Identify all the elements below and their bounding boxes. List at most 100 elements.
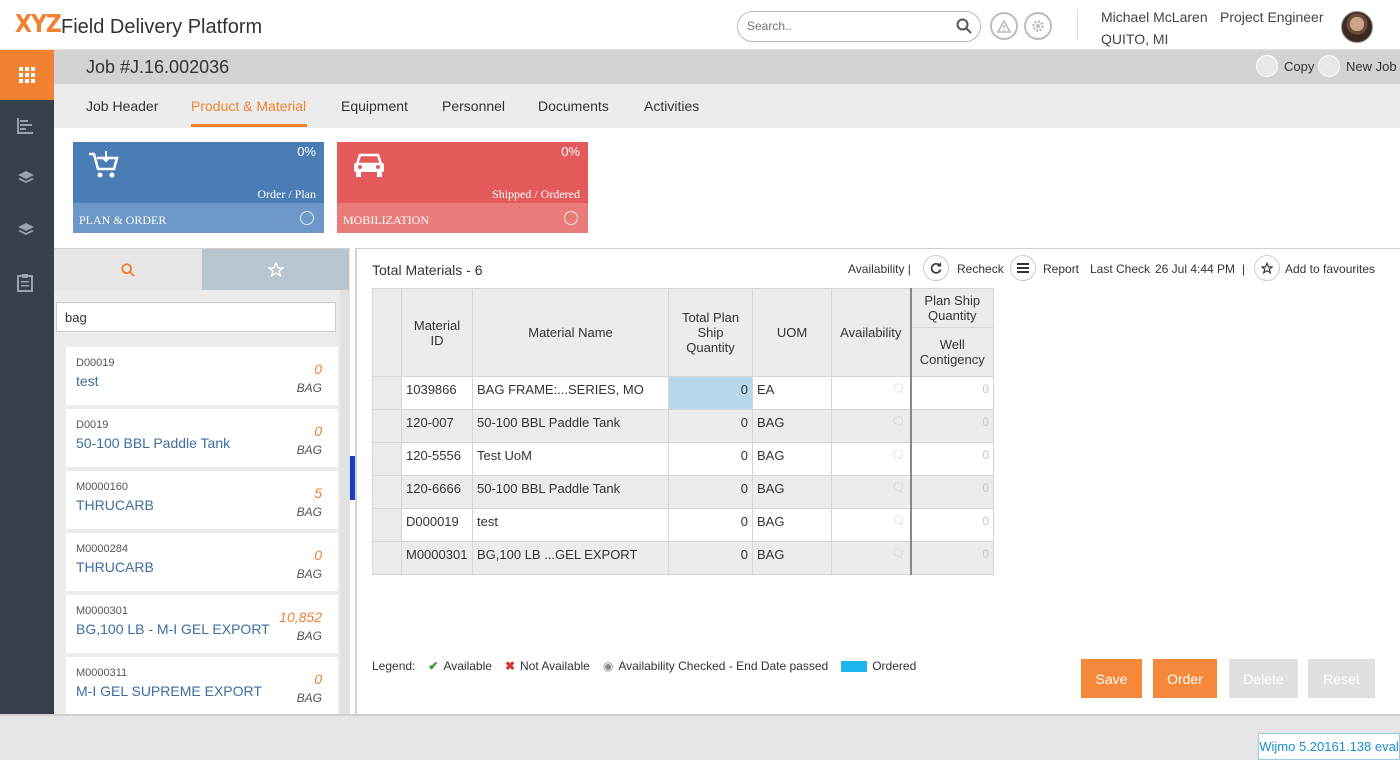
cell-well-contigency[interactable]: 0: [909, 376, 994, 410]
bar-chart-icon[interactable]: [17, 118, 37, 138]
cell-uom[interactable]: BAG: [752, 409, 832, 443]
comment-icon[interactable]: 🗨: [831, 475, 911, 509]
cell-well-contigency[interactable]: 0: [909, 475, 994, 509]
list-item[interactable]: D0019 50-100 BBL Paddle Tank 0 BAG: [66, 409, 338, 467]
table-row[interactable]: 120-6666 50-100 BBL Paddle Tank 0 BAG 🗨 …: [372, 475, 994, 509]
layers-icon[interactable]: [17, 170, 37, 190]
alert-icon[interactable]: [990, 12, 1018, 40]
tab-product-material[interactable]: Product & Material: [191, 98, 306, 114]
cell-well-contigency[interactable]: 0: [909, 541, 994, 575]
row-header[interactable]: [372, 508, 402, 542]
cell-well-contigency[interactable]: 0: [909, 508, 994, 542]
item-code: M0000301: [76, 605, 128, 617]
mobilization-tile[interactable]: 0% Shipped / Ordered MOBILIZATION: [337, 142, 588, 233]
gear-icon[interactable]: [1024, 12, 1052, 40]
tab-documents[interactable]: Documents: [538, 98, 609, 114]
material-search-input[interactable]: [65, 310, 315, 325]
reset-button[interactable]: Reset: [1308, 659, 1375, 698]
comment-icon[interactable]: 🗨: [831, 376, 911, 410]
search-icon[interactable]: [956, 18, 972, 37]
search-tab[interactable]: [54, 249, 202, 290]
tab-personnel[interactable]: Personnel: [442, 98, 505, 114]
list-item[interactable]: M0000311 M-I GEL SUPREME EXPORT 0 BAG: [66, 657, 338, 715]
delete-button[interactable]: Delete: [1229, 659, 1298, 698]
list-item[interactable]: M0000284 THRUCARB 0 BAG: [66, 533, 338, 591]
cell-total-plan[interactable]: 0: [668, 442, 753, 476]
table-row[interactable]: 1039866 BAG FRAME:...SERIES, MO 0 EA 🗨 0: [372, 376, 994, 410]
col-total-plan[interactable]: Total Plan Ship Quantity: [668, 288, 753, 377]
table-row[interactable]: M0000301 BG,100 LB ...GEL EXPORT 0 BAG 🗨…: [372, 541, 994, 575]
apps-grid-icon[interactable]: [0, 50, 54, 100]
cell-total-plan[interactable]: 0: [668, 475, 753, 509]
list-item[interactable]: M0000301 BG,100 LB - M-I GEL EXPORT 10,8…: [66, 595, 338, 653]
col-availability[interactable]: Availability: [831, 288, 911, 377]
col-uom[interactable]: UOM: [752, 288, 832, 377]
cell-material-id[interactable]: 120-6666: [401, 475, 473, 509]
favourites-tab[interactable]: [202, 249, 349, 290]
col-material-name[interactable]: Material Name: [472, 288, 669, 377]
material-search-field[interactable]: [56, 302, 336, 332]
cell-uom[interactable]: BAG: [752, 442, 832, 476]
cell-material-name[interactable]: test: [472, 508, 669, 542]
row-header[interactable]: [372, 475, 402, 509]
cell-material-name[interactable]: BG,100 LB ...GEL EXPORT: [472, 541, 669, 575]
comment-icon[interactable]: 🗨: [831, 541, 911, 575]
cell-uom[interactable]: EA: [752, 376, 832, 410]
tab-job-header[interactable]: Job Header: [86, 98, 158, 114]
star-icon[interactable]: [1254, 255, 1280, 281]
recheck-button[interactable]: Recheck: [957, 262, 1004, 276]
tab-equipment[interactable]: Equipment: [341, 98, 408, 114]
report-button[interactable]: Report: [1043, 262, 1079, 276]
cell-material-name[interactable]: 50-100 BBL Paddle Tank: [472, 475, 669, 509]
list-icon[interactable]: [1010, 255, 1036, 281]
row-header[interactable]: [372, 442, 402, 476]
stack-icon[interactable]: [17, 222, 37, 242]
refresh-icon[interactable]: [923, 255, 949, 281]
cell-material-id[interactable]: M0000301: [401, 541, 473, 575]
cell-material-name[interactable]: BAG FRAME:...SERIES, MO: [472, 376, 669, 410]
avatar[interactable]: [1341, 11, 1373, 43]
cell-total-plan[interactable]: 0: [668, 409, 753, 443]
search-input[interactable]: [747, 19, 947, 33]
col-material-id[interactable]: Material ID: [401, 288, 473, 377]
cell-uom[interactable]: BAG: [752, 475, 832, 509]
row-header[interactable]: [372, 409, 402, 443]
cell-material-name[interactable]: 50-100 BBL Paddle Tank: [472, 409, 669, 443]
list-item[interactable]: D00019 test 0 BAG: [66, 347, 338, 405]
copy-button[interactable]: Copy: [1256, 55, 1314, 77]
cell-well-contigency[interactable]: 0: [909, 409, 994, 443]
comment-icon[interactable]: 🗨: [831, 508, 911, 542]
list-scrollbar[interactable]: [340, 290, 350, 715]
cell-total-plan[interactable]: 0: [668, 376, 753, 410]
cell-material-id[interactable]: 120-007: [401, 409, 473, 443]
table-row[interactable]: 120-5556 Test UoM 0 BAG 🗨 0: [372, 442, 994, 476]
cell-well-contigency[interactable]: 0: [909, 442, 994, 476]
cell-material-id[interactable]: 1039866: [401, 376, 473, 410]
panel-divider[interactable]: [355, 248, 357, 714]
arrow-right-icon[interactable]: [564, 211, 578, 225]
clipboard-icon[interactable]: [17, 274, 37, 294]
cell-total-plan[interactable]: 0: [668, 508, 753, 542]
new-job-button[interactable]: New Job: [1318, 55, 1397, 77]
list-item[interactable]: M0000160 THRUCARB 5 BAG: [66, 471, 338, 529]
cell-uom[interactable]: BAG: [752, 541, 832, 575]
cell-uom[interactable]: BAG: [752, 508, 832, 542]
comment-icon[interactable]: 🗨: [831, 409, 911, 443]
save-button[interactable]: Save: [1081, 659, 1142, 698]
add-to-favourites-button[interactable]: Add to favourites: [1285, 262, 1375, 276]
cell-material-id[interactable]: D000019: [401, 508, 473, 542]
table-row[interactable]: D000019 test 0 BAG 🗨 0: [372, 508, 994, 542]
arrow-right-icon[interactable]: [300, 211, 314, 225]
global-search[interactable]: [737, 11, 981, 42]
col-well-contigency[interactable]: Well Contigency: [909, 327, 994, 377]
tab-activities[interactable]: Activities: [644, 98, 699, 114]
cell-total-plan[interactable]: 0: [668, 541, 753, 575]
table-row[interactable]: 120-007 50-100 BBL Paddle Tank 0 BAG 🗨 0: [372, 409, 994, 443]
comment-icon[interactable]: 🗨: [831, 442, 911, 476]
order-button[interactable]: Order: [1153, 659, 1217, 698]
plan-order-tile[interactable]: 0% Order / Plan PLAN & ORDER: [73, 142, 324, 233]
cell-material-name[interactable]: Test UoM: [472, 442, 669, 476]
cell-material-id[interactable]: 120-5556: [401, 442, 473, 476]
row-header[interactable]: [372, 541, 402, 575]
row-header[interactable]: [372, 376, 402, 410]
